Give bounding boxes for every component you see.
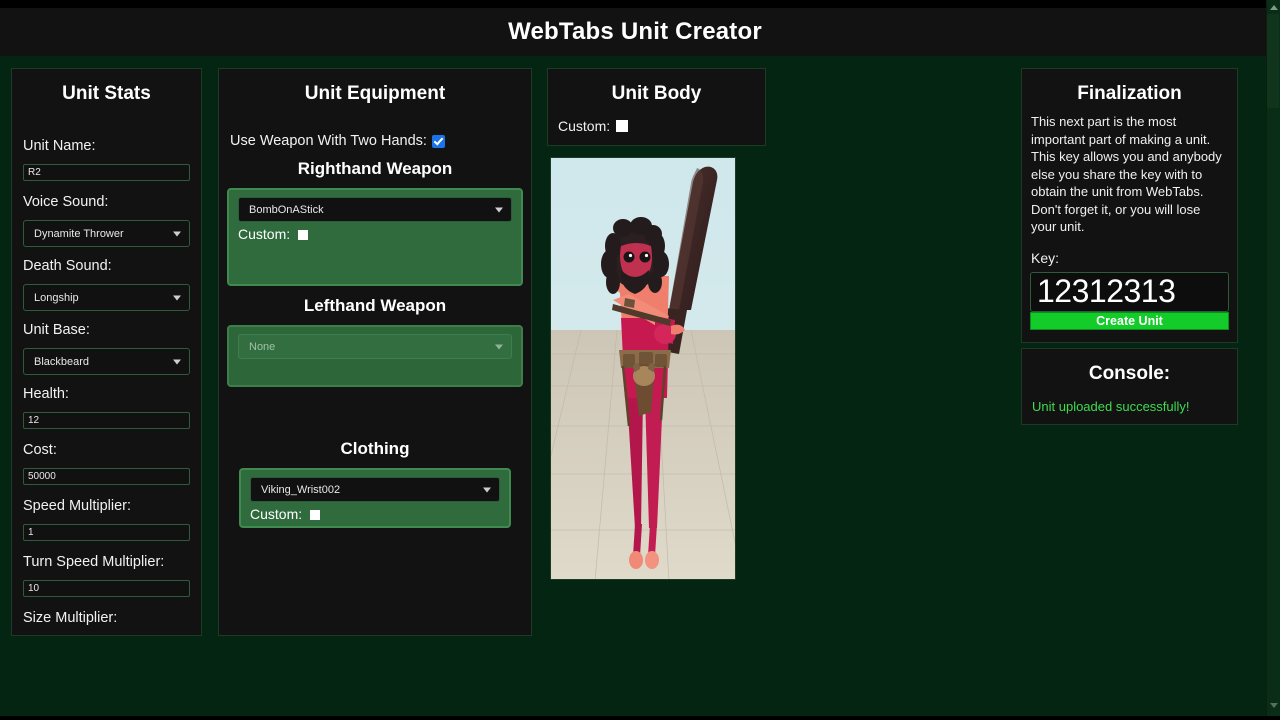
- chevron-down-icon: [495, 207, 503, 212]
- page-title: WebTabs Unit Creator: [508, 18, 762, 45]
- clothing-group: Viking_Wrist002 Custom:: [239, 468, 511, 528]
- scroll-down-arrow-icon[interactable]: [1270, 703, 1278, 708]
- unit-body-panel: Unit Body Custom:: [547, 68, 766, 146]
- input-health[interactable]: 12: [23, 412, 190, 429]
- input-turn-speed-multiplier[interactable]: 10: [23, 580, 190, 597]
- checkbox-clothing-custom[interactable]: [310, 510, 321, 520]
- select-clothing[interactable]: Viking_Wrist002: [250, 477, 500, 502]
- lefthand-weapon-group: None: [227, 325, 523, 387]
- field-cost: Cost: 50000: [23, 442, 190, 485]
- label-health: Health:: [23, 386, 69, 402]
- scroll-up-arrow-icon[interactable]: [1270, 5, 1278, 10]
- lefthand-heading: Lefthand Weapon: [303, 296, 447, 315]
- finalization-title: Finalization: [1077, 83, 1182, 104]
- select-righthand-weapon[interactable]: BombOnAStick: [238, 197, 512, 222]
- chevron-down-icon: [495, 344, 503, 349]
- bottom-strip: [0, 716, 1280, 720]
- create-unit-button[interactable]: Create Unit: [1030, 311, 1229, 330]
- select-unit-base-value: Blackbeard: [34, 355, 90, 368]
- select-voice-sound-value: Dynamite Thrower: [34, 227, 124, 240]
- select-death-sound[interactable]: Longship: [23, 284, 190, 311]
- checkbox-unit-body-custom[interactable]: [616, 120, 629, 132]
- righthand-custom-row: Custom:: [238, 226, 512, 242]
- unit-stats-panel: Unit Stats Unit Name: R2 Voice Sound: Dy…: [11, 68, 202, 636]
- checkbox-two-hands[interactable]: [431, 134, 445, 148]
- select-unit-base[interactable]: Blackbeard: [23, 348, 190, 375]
- key-value-field[interactable]: 12312313: [1030, 271, 1229, 312]
- label-voice-sound: Voice Sound:: [23, 194, 109, 210]
- label-clothing-custom: Custom:: [250, 506, 303, 522]
- select-clothing-value: Viking_Wrist002: [261, 483, 341, 496]
- finalization-panel: Finalization This next part is the most …: [1021, 68, 1238, 343]
- app-titlebar: WebTabs Unit Creator: [0, 8, 1270, 56]
- field-turn-speed-multiplier: Turn Speed Multiplier: 10: [23, 554, 190, 597]
- app-root: WebTabs Unit Creator Unit Stats Unit Nam…: [0, 0, 1280, 720]
- unit-equipment-title: Unit Equipment: [304, 83, 446, 104]
- input-speed-multiplier[interactable]: 1: [23, 524, 190, 541]
- label-cost: Cost:: [23, 442, 57, 458]
- chevron-down-icon: [483, 487, 491, 492]
- field-voice-sound: Voice Sound: Dynamite Thrower: [23, 194, 190, 247]
- label-two-hands: Use Weapon With Two Hands:: [230, 133, 427, 149]
- select-lefthand-weapon[interactable]: None: [238, 334, 512, 359]
- unit-stats-title: Unit Stats: [62, 83, 151, 104]
- label-unit-name: Unit Name:: [23, 138, 96, 154]
- label-key: Key:: [1031, 249, 1060, 266]
- chevron-down-icon: [173, 295, 181, 300]
- righthand-heading: Righthand Weapon: [297, 159, 453, 178]
- console-panel: Console: Unit uploaded successfully!: [1021, 348, 1238, 425]
- top-strip: [0, 0, 1280, 8]
- label-speed-multiplier: Speed Multiplier:: [23, 498, 131, 514]
- console-message: Unit uploaded successfully!: [1032, 399, 1190, 414]
- unit-3d-preview-image: [551, 158, 735, 579]
- chevron-down-icon: [173, 231, 181, 236]
- select-righthand-weapon-value: BombOnAStick: [249, 203, 324, 216]
- checkbox-righthand-custom[interactable]: [298, 230, 309, 240]
- label-unit-base: Unit Base:: [23, 322, 90, 338]
- field-unit-name: Unit Name: R2: [23, 138, 190, 181]
- page-scrollbar[interactable]: [1266, 0, 1280, 720]
- select-death-sound-value: Longship: [34, 291, 79, 304]
- two-hands-row: Use Weapon With Two Hands:: [227, 133, 523, 149]
- select-lefthand-weapon-value: None: [249, 340, 276, 353]
- field-health: Health: 12: [23, 386, 190, 429]
- label-cutoff-next-field: Size Multiplier:: [23, 610, 118, 626]
- input-cost[interactable]: 50000: [23, 468, 190, 485]
- field-speed-multiplier: Speed Multiplier: 1: [23, 498, 190, 541]
- field-death-sound: Death Sound: Longship: [23, 258, 190, 311]
- clothing-heading: Clothing: [340, 439, 410, 458]
- clothing-custom-row: Custom:: [250, 506, 500, 522]
- scrollbar-thumb[interactable]: [1267, 14, 1279, 108]
- finalization-description: This next part is the most important par…: [1031, 114, 1222, 234]
- unit-preview-render: [550, 157, 736, 580]
- console-title: Console:: [1088, 363, 1171, 384]
- unit-body-title: Unit Body: [611, 83, 702, 104]
- label-death-sound: Death Sound:: [23, 258, 112, 274]
- field-unit-base: Unit Base: Blackbeard: [23, 322, 190, 375]
- input-unit-name[interactable]: R2: [23, 164, 190, 181]
- unit-equipment-panel: Unit Equipment Use Weapon With Two Hands…: [218, 68, 532, 636]
- label-unit-body-custom: Custom:: [558, 118, 611, 134]
- righthand-weapon-group: BombOnAStick Custom:: [227, 188, 523, 286]
- unit-body-custom-row: Custom:: [556, 118, 757, 134]
- chevron-down-icon: [173, 359, 181, 364]
- select-voice-sound[interactable]: Dynamite Thrower: [23, 220, 190, 247]
- label-righthand-custom: Custom:: [238, 226, 291, 242]
- label-turn-speed-multiplier: Turn Speed Multiplier:: [23, 554, 165, 570]
